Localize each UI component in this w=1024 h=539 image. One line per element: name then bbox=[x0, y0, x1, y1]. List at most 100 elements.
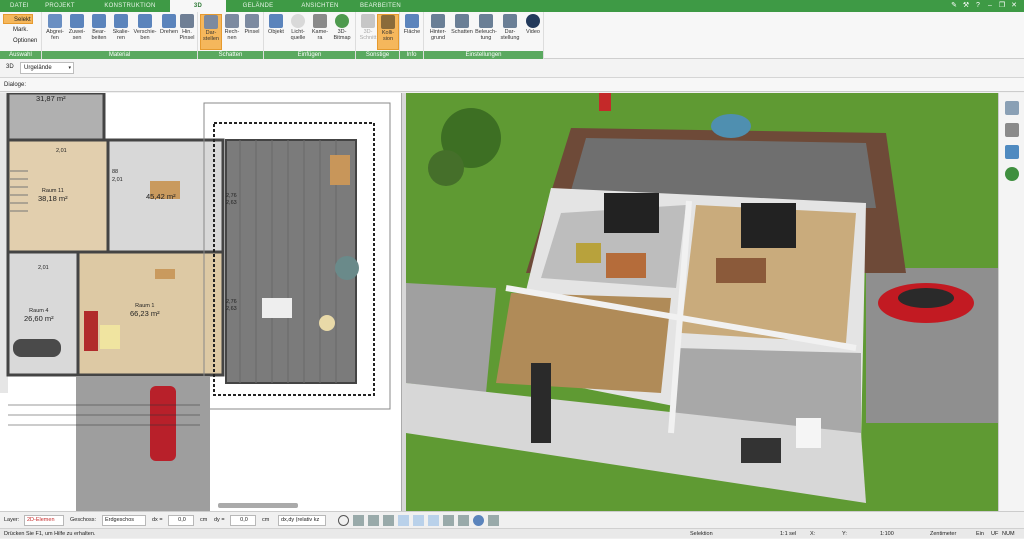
restore-icon[interactable]: ❐ bbox=[998, 2, 1006, 10]
3d-scene[interactable] bbox=[406, 93, 998, 511]
tab-bearbeiten[interactable]: BEARBEITEN bbox=[350, 0, 410, 12]
dialoge-bar: Dialoge: bbox=[0, 78, 1024, 92]
tab-3d[interactable]: 3D bbox=[170, 0, 226, 12]
objekt-button[interactable]: Objekt bbox=[265, 14, 287, 50]
geschoss-label: Geschoss: bbox=[70, 517, 96, 523]
scale-icon bbox=[114, 14, 128, 28]
shadow-display-icon bbox=[204, 15, 218, 29]
background-icon bbox=[431, 14, 445, 28]
verschieben-button[interactable]: Verschie- ben bbox=[132, 14, 158, 50]
floor-plan-view[interactable]: 31,87 m² Raum 11 38,18 m² 45,42 m² Raum … bbox=[0, 93, 402, 511]
tab-gelaende[interactable]: GELÄNDE bbox=[226, 0, 290, 12]
tab-konstruktion[interactable]: KONSTRUKTION bbox=[90, 0, 170, 12]
flaeche-label: Fläche bbox=[403, 29, 421, 35]
pinsel-button[interactable]: Pinsel bbox=[241, 14, 263, 50]
tree-icon[interactable] bbox=[1005, 167, 1019, 181]
dx-input[interactable]: 0,0 bbox=[168, 515, 194, 526]
objekt-label: Objekt bbox=[268, 29, 284, 35]
tab-projekt[interactable]: PROJEKT bbox=[30, 0, 90, 12]
dim-label-7: 88 bbox=[112, 169, 119, 175]
layers-icon[interactable] bbox=[1005, 101, 1019, 115]
video-button[interactable]: Video bbox=[522, 14, 544, 50]
schatten-settings-button[interactable]: Schatten bbox=[450, 14, 474, 50]
3d-view[interactable] bbox=[406, 93, 998, 511]
flaeche-button[interactable]: Fläche bbox=[401, 14, 423, 50]
help-icon[interactable]: ? bbox=[974, 2, 982, 10]
darstellung-button[interactable]: Dar- stellung bbox=[498, 14, 522, 50]
skalieren-label: Skalie- ren bbox=[112, 29, 130, 41]
group-label-auswahl: Auswahl bbox=[0, 51, 41, 59]
dy-input[interactable]: 0,0 bbox=[230, 515, 256, 526]
group-info: Fläche Info bbox=[400, 12, 424, 59]
kollision-button[interactable]: Kolli- sion bbox=[377, 14, 399, 50]
geschoss-select[interactable]: Erdgeschos bbox=[102, 515, 146, 526]
tab-ansichten[interactable]: ANSICHTEN bbox=[290, 0, 350, 12]
pin-icon[interactable]: ✎ bbox=[950, 2, 958, 10]
tool-icon[interactable]: ⚒ bbox=[962, 2, 970, 10]
schnitt-button[interactable]: 3D- Schnitt bbox=[357, 14, 379, 50]
clock-icon[interactable] bbox=[338, 515, 349, 526]
grid-snap-icon[interactable] bbox=[428, 515, 439, 526]
layer-select[interactable]: 2D-Elemen bbox=[24, 515, 64, 526]
group-label-einfuegen: Einfügen bbox=[264, 51, 355, 59]
dx-unit: cm bbox=[200, 517, 208, 523]
snap-point-icon[interactable] bbox=[368, 515, 379, 526]
room-area-1: 31,87 m² bbox=[36, 94, 66, 103]
terrain-dropdown-value: Urgelände bbox=[24, 65, 52, 71]
shadow-brush-icon bbox=[245, 14, 259, 28]
dy-unit: cm bbox=[262, 517, 270, 523]
coord-mode-select[interactable]: dx,dy (relativ kz bbox=[278, 515, 326, 526]
rechnen-label: Rech- nen bbox=[224, 29, 240, 41]
angle-icon[interactable] bbox=[413, 515, 424, 526]
skalieren-button[interactable]: Skalie- ren bbox=[110, 14, 132, 50]
darstellen-label: Dar- stellen bbox=[203, 30, 219, 42]
beleuchtung-button[interactable]: Beleuch- tung bbox=[474, 14, 498, 50]
rechnen-button[interactable]: Rech- nen bbox=[221, 14, 243, 50]
layer-label: Layer: bbox=[4, 517, 20, 523]
lichtquelle-button[interactable]: Licht- quelle bbox=[287, 14, 309, 50]
abgreifen-label: Abgrei- fen bbox=[46, 29, 64, 41]
minimize-icon[interactable]: – bbox=[986, 2, 994, 10]
info-icon[interactable] bbox=[488, 515, 499, 526]
lock-icon[interactable] bbox=[458, 515, 469, 526]
bearbeiten-button[interactable]: Bear- beiten bbox=[88, 14, 110, 50]
dx-label: dx = bbox=[152, 517, 163, 523]
hintergrund-label: Hinter- grund bbox=[429, 29, 447, 41]
darstellen-button[interactable]: Dar- stellen bbox=[200, 14, 222, 50]
snap-line-icon[interactable] bbox=[383, 515, 394, 526]
options-button[interactable]: Optionen bbox=[3, 36, 37, 46]
bitmap-button[interactable]: 3D- Bitmap bbox=[331, 14, 353, 50]
chair-icon[interactable] bbox=[1005, 123, 1019, 137]
verschieben-label: Verschie- ben bbox=[133, 29, 157, 41]
abgreifen-button[interactable]: Abgrei- fen bbox=[44, 14, 66, 50]
chevron-down-icon: ▾ bbox=[68, 65, 71, 71]
group-einstellungen: Hinter- grund Schatten Beleuch- tung Dar… bbox=[424, 12, 544, 59]
room-label-4: Raum 4 26,60 m² bbox=[24, 308, 54, 322]
kamera-label: Kame- ra bbox=[311, 29, 329, 41]
pinsel-label: Pinsel bbox=[244, 29, 260, 35]
material-palette-icon[interactable] bbox=[1005, 145, 1019, 159]
mark-button[interactable]: Mark. bbox=[3, 25, 28, 35]
house-shadow-icon bbox=[455, 14, 469, 28]
lightbulb-icon bbox=[291, 14, 305, 28]
ortho-icon[interactable] bbox=[398, 515, 409, 526]
hin-pinsel-button[interactable]: Hin. Pinsel bbox=[176, 14, 198, 50]
dy-label: dy = bbox=[214, 517, 225, 523]
secondary-toolbar: 3D Urgelände ▾ bbox=[0, 59, 1024, 78]
grid-icon[interactable] bbox=[443, 515, 454, 526]
floor-plan-drawing[interactable] bbox=[0, 93, 402, 511]
record-icon[interactable] bbox=[473, 515, 484, 526]
kamera-button[interactable]: Kame- ra bbox=[309, 14, 331, 50]
dim-label-2: 2,63 bbox=[226, 200, 237, 206]
dim-label-8: 2,01 bbox=[112, 177, 123, 183]
group-einfuegen: Objekt Licht- quelle Kame- ra 3D- Bitmap… bbox=[264, 12, 356, 59]
hintergrund-button[interactable]: Hinter- grund bbox=[426, 14, 450, 50]
tab-datei[interactable]: DATEI bbox=[0, 0, 30, 12]
select-button[interactable]: Selekt bbox=[3, 14, 33, 24]
room-label-3: 45,42 m² bbox=[146, 193, 176, 201]
terrain-dropdown[interactable]: Urgelände ▾ bbox=[20, 62, 74, 74]
group-label-einstellungen: Einstellungen bbox=[424, 51, 543, 59]
close-icon[interactable]: ✕ bbox=[1010, 2, 1018, 10]
snap-icon[interactable] bbox=[353, 515, 364, 526]
zuweisen-button[interactable]: Zuwei- sen bbox=[66, 14, 88, 50]
